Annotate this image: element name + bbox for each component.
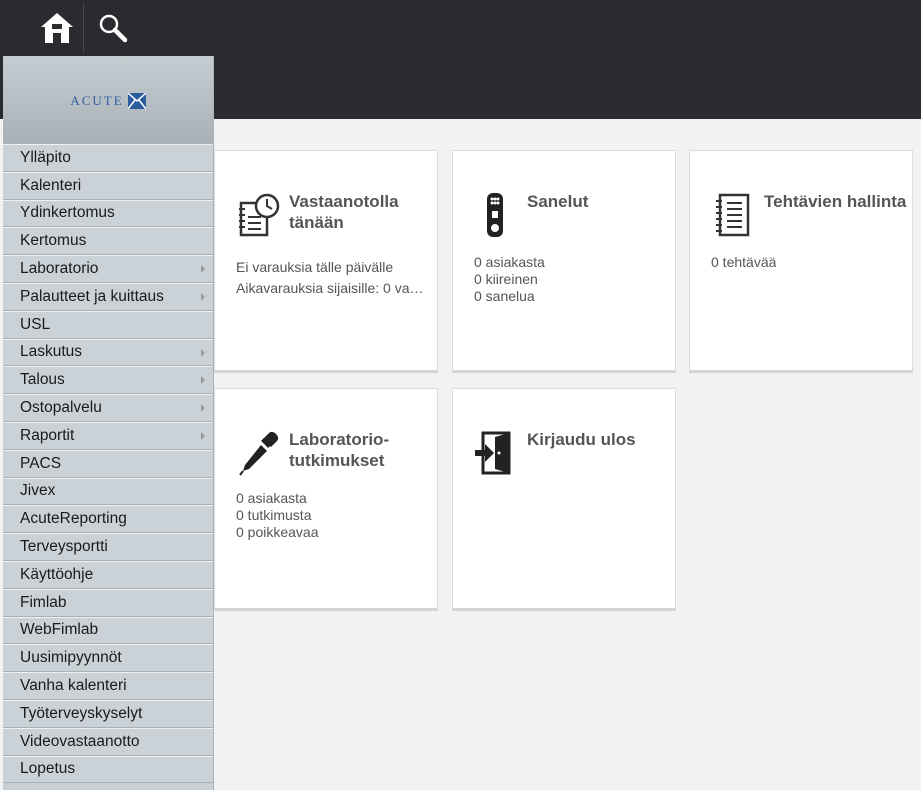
menu-item-label: Fimlab xyxy=(20,593,67,611)
tile-details: 0 asiakasta 0 tutkimusta 0 poikkeavaa xyxy=(236,490,319,541)
menu-item-talous[interactable]: Talous xyxy=(3,366,213,395)
menu-item-label: Kalenteri xyxy=(20,176,82,194)
tile-title: Kirjaudu ulos xyxy=(527,430,636,449)
menu-item-palautteet-ja-kuittaus[interactable]: Palautteet ja kuittaus xyxy=(3,282,213,311)
logo-area: ACUTE xyxy=(3,56,213,144)
logout-door-icon xyxy=(475,431,511,475)
side-menu: ACUTE Ylläpito Kalenteri Ydinkertomus Kerto… xyxy=(3,56,214,790)
tile-title: Laboratorio-tutkimukset xyxy=(289,430,390,470)
menu-item-fimlab[interactable]: Fimlab xyxy=(3,588,213,617)
menu-item-label: Ylläpito xyxy=(20,148,71,166)
menu-list: Ylläpito Kalenteri Ydinkertomus Kertomus Lab… xyxy=(3,144,213,784)
submenu-arrow-icon xyxy=(201,431,205,440)
submenu-arrow-icon xyxy=(201,376,205,385)
submenu-arrow-icon xyxy=(201,265,205,274)
notebook-icon xyxy=(716,193,750,237)
menu-item-usl[interactable]: USL xyxy=(3,310,213,339)
menu-item-kertomus[interactable]: Kertomus xyxy=(3,227,213,256)
menu-item-label: Työterveyskyselyt xyxy=(20,704,143,722)
menu-item-jivex[interactable]: Jivex xyxy=(3,477,213,506)
acute-logo: ACUTE xyxy=(70,93,146,109)
menu-item-webfimlab[interactable]: WebFimlab xyxy=(3,616,213,645)
menu-item-terveysportti[interactable]: Terveysportti xyxy=(3,533,213,561)
menu-item-acutereporting[interactable]: AcuteReporting xyxy=(3,505,213,534)
tile-line: 0 tehtävää xyxy=(711,254,777,270)
menu-item-label: AcuteReporting xyxy=(20,510,127,528)
menu-item-label: WebFimlab xyxy=(20,621,99,639)
menu-item-label: Ydinkertomus xyxy=(20,204,115,222)
submenu-arrow-icon xyxy=(201,292,205,301)
tile-vastaanotolla[interactable]: Vastaanotolla tänään Ei varauksia tälle … xyxy=(214,150,438,373)
tile-line: 0 poikkeavaa xyxy=(236,524,319,540)
menu-item-uusimipyynnöt[interactable]: Uusimipyynnöt xyxy=(3,644,213,673)
menu-item-ylläpito[interactable]: Ylläpito xyxy=(3,144,213,172)
menu-item-label: Lopetus xyxy=(20,760,76,778)
menu-item-label: Palautteet ja kuittaus xyxy=(20,287,164,305)
menu-item-label: Laskutus xyxy=(20,343,83,361)
menu-item-videovastaanotto[interactable]: Videovastaanotto xyxy=(3,727,213,756)
tile-line: Aikavarauksia sijaisille: 0 varausta xyxy=(236,280,424,296)
home-button[interactable] xyxy=(30,2,84,54)
tile-details: Ei varauksia tälle päivälle Aikavarauksi… xyxy=(236,257,424,299)
tile-tehtavien[interactable]: Tehtävien hallinta 0 tehtävää xyxy=(689,150,913,373)
tile-title: Vastaanotolla tänään xyxy=(289,192,399,232)
menu-item-ostopalvelu[interactable]: Ostopalvelu xyxy=(3,394,213,422)
menu-item-laboratorio[interactable]: Laboratorio xyxy=(3,255,213,283)
tile-title: Tehtävien hallinta xyxy=(764,192,907,211)
tile-line: 0 asiakasta xyxy=(236,490,307,506)
dictation-recorder-icon xyxy=(487,193,503,237)
menu-item-label: Kertomus xyxy=(20,232,87,250)
tile-line: Ei varauksia tälle päivälle xyxy=(236,259,394,275)
menu-item-label: PACS xyxy=(20,454,62,472)
menu-item-label: Laboratorio xyxy=(20,260,99,278)
menu-item-label: Vanha kalenteri xyxy=(20,677,127,695)
appointments-clock-icon xyxy=(239,193,280,237)
tile-kirjaudu[interactable]: Kirjaudu ulos xyxy=(452,388,676,611)
tile-line: 0 sanelua xyxy=(474,288,535,304)
menu-item-työterveyskyselyt[interactable]: Työterveyskyselyt xyxy=(3,699,213,728)
menu-item-label: Käyttöohje xyxy=(20,565,94,583)
search-button[interactable] xyxy=(86,2,140,54)
tile-details: 0 tehtävää xyxy=(711,254,776,271)
menu-item-kalenteri[interactable]: Kalenteri xyxy=(3,171,213,200)
menu-item-label: Raportit xyxy=(20,426,75,444)
menu-item-label: USL xyxy=(20,315,51,333)
menu-item-label: Jivex xyxy=(20,482,56,500)
menu-item-label: Talous xyxy=(20,371,65,389)
menu-item-vanha-kalenteri[interactable]: Vanha kalenteri xyxy=(3,672,213,700)
menu-item-pacs[interactable]: PACS xyxy=(3,449,213,478)
pipette-icon xyxy=(239,431,279,476)
tile-details: 0 asiakasta 0 kiireinen 0 sanelua xyxy=(474,254,545,305)
home-icon xyxy=(40,13,73,43)
submenu-arrow-icon xyxy=(201,348,205,357)
menu-item-ydinkertomus[interactable]: Ydinkertomus xyxy=(3,199,213,228)
submenu-arrow-icon xyxy=(201,404,205,413)
menu-item-raportit[interactable]: Raportit xyxy=(3,421,213,450)
menu-item-label: Videovastaanotto xyxy=(20,732,140,750)
menu-item-laskutus[interactable]: Laskutus xyxy=(3,338,213,367)
menu-item-label: Uusimipyynnöt xyxy=(20,649,122,667)
tile-sanelut[interactable]: Sanelut 0 asiakasta 0 kiireinen 0 sanelu… xyxy=(452,150,676,373)
menu-item-label: Ostopalvelu xyxy=(20,399,102,417)
tile-line: 0 kiireinen xyxy=(474,271,538,287)
tile-line: 0 tutkimusta xyxy=(236,507,312,523)
tile-title: Sanelut xyxy=(527,192,589,211)
tile-laboratorio[interactable]: Laboratorio-tutkimukset 0 asiakasta 0 tu… xyxy=(214,388,438,611)
logo-text: ACUTE xyxy=(70,93,124,108)
tile-line: 0 asiakasta xyxy=(474,254,545,270)
menu-item-lopetus[interactable]: Lopetus xyxy=(3,755,213,784)
logo-envelope-icon xyxy=(127,93,146,109)
menu-item-käyttöohje[interactable]: Käyttöohje xyxy=(3,560,213,589)
menu-item-label: Terveysportti xyxy=(20,538,108,556)
search-icon xyxy=(99,14,128,43)
